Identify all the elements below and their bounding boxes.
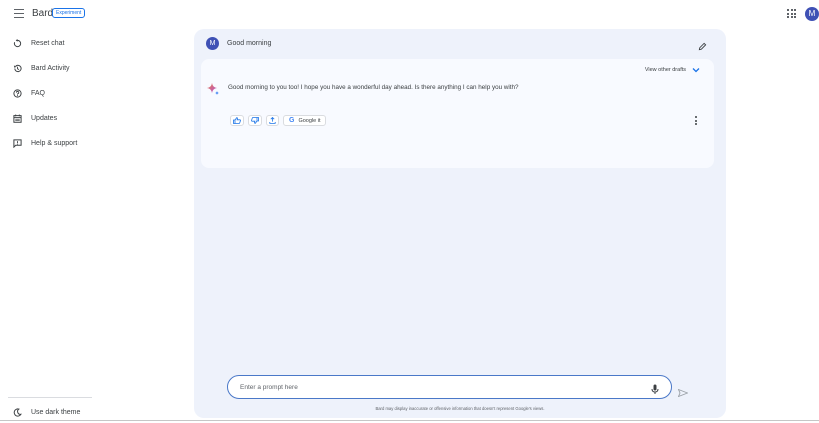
sidebar-item-label: Updates	[31, 114, 58, 122]
reset-icon	[12, 38, 22, 48]
share-button[interactable]	[266, 115, 279, 126]
calendar-icon	[12, 113, 22, 123]
user-avatar: M	[206, 36, 219, 50]
dark-theme-icon	[12, 407, 22, 417]
response-card: View other drafts Good morning to you to…	[201, 59, 714, 168]
disclaimer-text: Bard may display inaccurate or offensive…	[375, 406, 545, 411]
thumbs-up-icon	[233, 117, 241, 124]
sidebar-item-faq[interactable]: FAQ	[12, 86, 45, 100]
prompt-input[interactable]	[240, 381, 620, 393]
dark-theme-label: Use dark theme	[31, 408, 81, 416]
bottom-border	[0, 420, 819, 421]
thumbs-down-button[interactable]	[248, 115, 262, 126]
apps-grid-icon[interactable]	[787, 9, 796, 18]
history-icon	[12, 63, 22, 73]
view-drafts-button[interactable]: View other drafts	[645, 67, 700, 73]
user-message: Good morning	[227, 39, 272, 47]
send-icon[interactable]	[677, 384, 689, 398]
account-avatar[interactable]: M	[805, 7, 819, 21]
top-bar: Bard Experiment M	[0, 0, 819, 28]
sidebar-item-reset-chat[interactable]: Reset chat	[12, 36, 64, 50]
app-title: Bard	[32, 8, 54, 19]
google-it-label: Google it	[298, 117, 321, 124]
sidebar-item-help-support[interactable]: Help & support	[12, 136, 77, 150]
experiment-badge: Experiment	[52, 8, 86, 18]
feedback-icon	[12, 138, 22, 148]
more-options-icon[interactable]	[695, 116, 697, 125]
edit-icon[interactable]	[698, 38, 707, 51]
response-text: Good morning to you too! I hope you have…	[228, 84, 519, 91]
sidebar-divider	[8, 397, 92, 398]
sidebar-item-bard-activity[interactable]: Bard Activity	[12, 61, 70, 75]
sidebar-item-label: Bard Activity	[31, 64, 70, 72]
bard-sparkle-icon	[207, 82, 219, 95]
thumbs-down-icon	[251, 117, 259, 124]
chat-panel: M Good morning View other drafts Good mo…	[194, 29, 726, 418]
sidebar-item-updates[interactable]: Updates	[12, 111, 57, 125]
response-actions: G Google it	[230, 115, 330, 126]
share-icon	[269, 117, 276, 124]
sidebar-item-label: Reset chat	[31, 39, 65, 47]
menu-icon[interactable]	[14, 9, 24, 18]
user-message-row: M Good morning	[206, 36, 272, 50]
sidebar-item-label: Help & support	[31, 139, 78, 147]
dark-theme-toggle[interactable]: Use dark theme	[12, 405, 80, 419]
google-it-button[interactable]: G Google it	[283, 115, 327, 126]
chevron-down-icon	[692, 68, 700, 73]
prompt-box[interactable]	[227, 375, 672, 399]
view-drafts-label: View other drafts	[644, 67, 686, 73]
help-icon	[12, 88, 22, 98]
sidebar-item-label: FAQ	[31, 89, 46, 97]
thumbs-up-button[interactable]	[230, 115, 244, 126]
google-g-icon: G	[289, 117, 295, 124]
mic-icon[interactable]	[651, 382, 659, 394]
